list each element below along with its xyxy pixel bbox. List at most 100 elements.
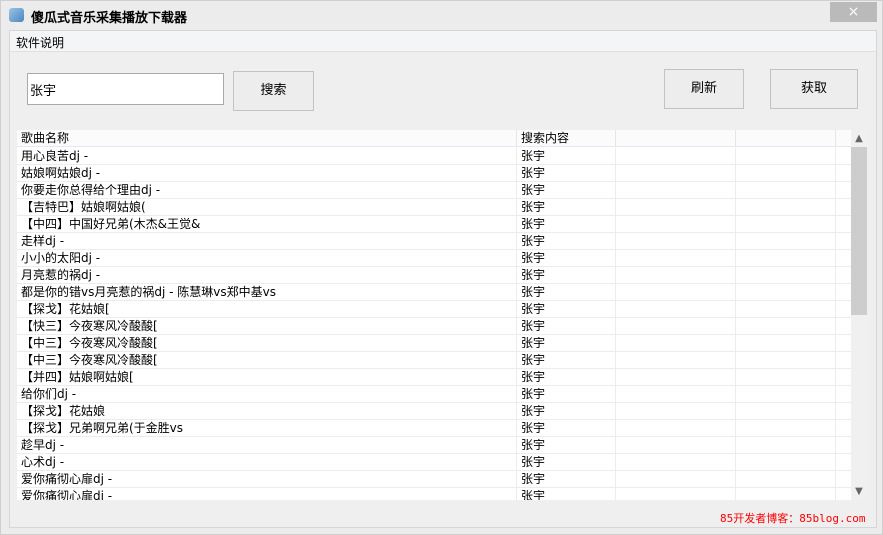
footer-blog-link[interactable]: 85开发者博客：85blog.com: [720, 510, 865, 526]
title-bar: 傻瓜式音乐采集播放下载器 ×: [1, 1, 882, 29]
song-name-cell: 【并四】姑娘啊姑娘[: [17, 369, 517, 386]
menu-bar: 软件说明: [10, 31, 876, 52]
search-term-cell: 张宇: [517, 318, 616, 335]
song-name-cell: 爱你痛彻心扉dj -: [17, 471, 517, 488]
empty-cell: [736, 148, 836, 165]
song-name-cell: 小小的太阳dj -: [17, 250, 517, 267]
empty-cell: [616, 335, 736, 352]
table-row[interactable]: 心术dj - 张宇: [17, 454, 851, 471]
vertical-scrollbar[interactable]: ▲ ▼: [851, 130, 867, 500]
column-header-song-name[interactable]: 歌曲名称: [17, 130, 517, 147]
song-list[interactable]: 歌曲名称 搜索内容 用心良苦dj - 张宇 姑娘啊姑娘dj - 张宇 你要走你总得给个理…: [17, 130, 867, 500]
column-header-3[interactable]: [616, 130, 736, 147]
scroll-up-icon[interactable]: ▲: [851, 130, 867, 147]
song-name-cell: 给你们dj -: [17, 386, 517, 403]
empty-cell: [736, 335, 836, 352]
table-row[interactable]: 你要走你总得给个理由dj - 张宇: [17, 182, 851, 199]
search-term-cell: 张宇: [517, 233, 616, 250]
song-name-cell: 趁早dj -: [17, 437, 517, 454]
search-term-cell: 张宇: [517, 335, 616, 352]
refresh-button[interactable]: 刷新: [664, 69, 744, 109]
search-term-cell: 张宇: [517, 182, 616, 199]
table-row[interactable]: 用心良苦dj - 张宇: [17, 148, 851, 165]
empty-cell: [736, 318, 836, 335]
client-area: 软件说明 搜索 刷新 获取 歌曲名称 搜索内容 用心良苦dj -张宇姑娘啊姑娘d…: [9, 30, 877, 528]
empty-cell: [616, 182, 736, 199]
table-row[interactable]: 【探戈】兄弟啊兄弟(于金胜vs 张宇: [17, 420, 851, 437]
menu-item-about[interactable]: 软件说明: [16, 34, 64, 51]
search-button[interactable]: 搜索: [233, 71, 314, 111]
table-row[interactable]: 爱你痛彻心扉dj - 张宇: [17, 471, 851, 488]
empty-cell: [616, 471, 736, 488]
window-title: 傻瓜式音乐采集播放下载器: [31, 11, 188, 26]
scroll-down-icon[interactable]: ▼: [851, 483, 867, 500]
empty-cell: [736, 267, 836, 284]
empty-cell: [616, 148, 736, 165]
app-icon: [9, 8, 24, 22]
empty-cell: [616, 420, 736, 437]
search-term-cell: 张宇: [517, 403, 616, 420]
empty-cell: [736, 437, 836, 454]
table-row[interactable]: 【中四】中国好兄弟(木杰&王觉& 张宇: [17, 216, 851, 233]
search-term-cell: 张宇: [517, 165, 616, 182]
table-row[interactable]: 爱你痛彻心扉dj - 张宇: [17, 488, 851, 500]
empty-cell: [616, 369, 736, 386]
empty-cell: [736, 250, 836, 267]
table-row[interactable]: 给你们dj - 张宇: [17, 386, 851, 403]
column-header-4[interactable]: [736, 130, 836, 147]
song-name-cell: 心术dj -: [17, 454, 517, 471]
empty-cell: [616, 199, 736, 216]
table-row[interactable]: 【探戈】花姑娘[张宇: [17, 301, 851, 318]
table-row[interactable]: 姑娘啊姑娘dj - 张宇: [17, 165, 851, 182]
song-name-cell: 【快三】今夜寒风冷酸酸[: [17, 318, 517, 335]
empty-cell: [736, 216, 836, 233]
empty-cell: [616, 250, 736, 267]
search-term-cell: 张宇: [517, 369, 616, 386]
song-name-cell: 【探戈】花姑娘: [17, 403, 517, 420]
empty-cell: [616, 318, 736, 335]
song-name-cell: 姑娘啊姑娘dj -: [17, 165, 517, 182]
table-row[interactable]: 月亮惹的祸dj - 张宇: [17, 267, 851, 284]
close-icon[interactable]: ×: [830, 2, 877, 22]
song-name-cell: 【吉特巴】姑娘啊姑娘(: [17, 199, 517, 216]
empty-cell: [736, 488, 836, 500]
table-row[interactable]: 都是你的错vs月亮惹的祸dj - 陈慧琳vs郑中基vs 张宇: [17, 284, 851, 301]
column-header-search-term[interactable]: 搜索内容: [517, 130, 616, 147]
table-row[interactable]: 【中三】今夜寒风冷酸酸[张宇: [17, 352, 851, 369]
empty-cell: [736, 386, 836, 403]
empty-cell: [736, 301, 836, 318]
scrollbar-thumb[interactable]: [851, 147, 867, 315]
table-row[interactable]: 【中三】今夜寒风冷酸酸[张宇: [17, 335, 851, 352]
list-header: 歌曲名称 搜索内容: [17, 130, 851, 147]
fetch-button[interactable]: 获取: [770, 69, 858, 109]
empty-cell: [736, 403, 836, 420]
empty-cell: [616, 267, 736, 284]
table-row[interactable]: 趁早dj - 张宇: [17, 437, 851, 454]
empty-cell: [616, 386, 736, 403]
search-term-cell: 张宇: [517, 301, 616, 318]
table-row[interactable]: 【并四】姑娘啊姑娘[张宇: [17, 369, 851, 386]
table-row[interactable]: 【快三】今夜寒风冷酸酸[张宇: [17, 318, 851, 335]
search-input[interactable]: [27, 73, 224, 105]
empty-cell: [616, 454, 736, 471]
empty-cell: [736, 352, 836, 369]
song-name-cell: 爱你痛彻心扉dj -: [17, 488, 517, 500]
search-term-cell: 张宇: [517, 454, 616, 471]
empty-cell: [616, 352, 736, 369]
table-row[interactable]: 【探戈】花姑娘 张宇: [17, 403, 851, 420]
empty-cell: [736, 233, 836, 250]
search-term-cell: 张宇: [517, 148, 616, 165]
song-name-cell: 走样dj -: [17, 233, 517, 250]
song-name-cell: 【中四】中国好兄弟(木杰&王觉&: [17, 216, 517, 233]
search-term-cell: 张宇: [517, 471, 616, 488]
table-row[interactable]: 【吉特巴】姑娘啊姑娘(张宇: [17, 199, 851, 216]
search-term-cell: 张宇: [517, 199, 616, 216]
table-row[interactable]: 走样dj - 张宇: [17, 233, 851, 250]
app-window: 傻瓜式音乐采集播放下载器 × 软件说明 搜索 刷新 获取 歌曲名称 搜索内容 用…: [0, 0, 883, 535]
search-term-cell: 张宇: [517, 250, 616, 267]
empty-cell: [736, 182, 836, 199]
song-name-cell: 【中三】今夜寒风冷酸酸[: [17, 335, 517, 352]
empty-cell: [736, 420, 836, 437]
table-row[interactable]: 小小的太阳dj - 张宇: [17, 250, 851, 267]
empty-cell: [616, 216, 736, 233]
